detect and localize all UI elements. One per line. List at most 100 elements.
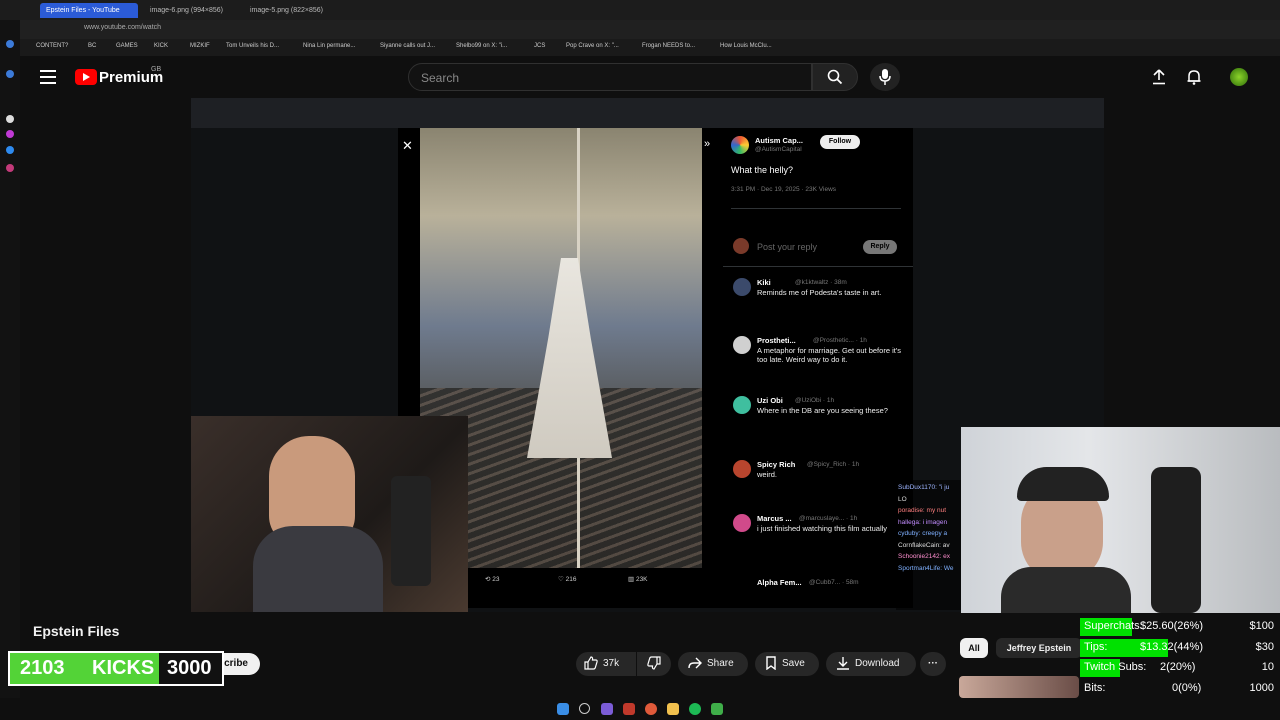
- streamer-body-region: [253, 526, 383, 612]
- reply-item: Alpha Fem... @Cubb7... · 58m: [733, 578, 908, 598]
- upload-icon[interactable]: [1151, 69, 1167, 85]
- microphone-region: [391, 476, 431, 586]
- chat-line: SubDux1170: "i ju: [898, 484, 950, 491]
- more-actions-button[interactable]: ···: [920, 652, 946, 676]
- bookmark-icon: [766, 656, 776, 671]
- bookmark-item[interactable]: Tom Unveils his D...: [226, 43, 279, 49]
- dislike-button[interactable]: [637, 652, 671, 676]
- windows-start-icon[interactable]: [557, 703, 569, 715]
- bookmark-item[interactable]: BC: [88, 43, 96, 49]
- chip-jeffrey-epstein[interactable]: Jeffrey Epstein: [996, 638, 1082, 658]
- photo-view-count: ▥ 23K: [628, 576, 648, 583]
- microphone-icon: [879, 69, 891, 85]
- tweet-meta: 3:31 PM · Dec 19, 2025 · 23K Views: [731, 186, 837, 193]
- download-button[interactable]: Download: [826, 652, 916, 676]
- taskbar-app-icon[interactable]: [645, 703, 657, 715]
- stat-goal: $30: [1255, 640, 1274, 653]
- reply-avatar: [733, 514, 751, 532]
- notification-bell-icon[interactable]: [1186, 69, 1202, 85]
- reply-name: Kiki: [757, 278, 771, 287]
- bookmark-item[interactable]: Pop Crave on X: "...: [566, 43, 619, 49]
- reply-button: Reply: [863, 240, 897, 254]
- bookmark-item[interactable]: KICK: [154, 43, 168, 49]
- youtube-logo-icon[interactable]: [75, 69, 97, 85]
- menu-icon[interactable]: [40, 70, 56, 84]
- reply-avatar: [733, 460, 751, 478]
- sidebar-app-icon[interactable]: [6, 115, 14, 123]
- bookmark-item[interactable]: MIZKIF: [190, 43, 210, 49]
- search-button[interactable]: [812, 63, 858, 91]
- kicks-label: KICKS: [92, 657, 155, 679]
- taskbar-app-icon[interactable]: [623, 703, 635, 715]
- account-avatar[interactable]: [1230, 68, 1248, 86]
- kick-cap-region: [1017, 467, 1109, 501]
- spotify-icon[interactable]: [689, 703, 701, 715]
- bookmark-item[interactable]: Shelbo99 on X: "i...: [456, 43, 507, 49]
- reply-handle: @Cubb7... · 58m: [809, 579, 859, 586]
- share-button[interactable]: Share: [678, 652, 748, 676]
- stat-label: Twitch Subs:: [1084, 661, 1147, 673]
- voice-search-button[interactable]: [870, 63, 900, 91]
- tweet-author-avatar: [731, 136, 749, 154]
- tab-image-6[interactable]: image-6.png (994×856): [144, 3, 246, 18]
- reply-text: i just finished watching this film actua…: [757, 524, 888, 533]
- video-title: Epstein Files: [33, 623, 120, 639]
- chip-all[interactable]: All: [960, 638, 988, 658]
- taskbar-app-icon[interactable]: [711, 703, 723, 715]
- bookmark-item[interactable]: Siyanne calls out J...: [380, 43, 435, 49]
- file-explorer-icon[interactable]: [667, 703, 679, 715]
- tab-image-5[interactable]: image-5.png (822×856): [244, 3, 336, 18]
- sidebar-app-icon[interactable]: [6, 40, 14, 48]
- stat-value: $13.32(44%): [1140, 640, 1203, 653]
- reply-name: Prostheti...: [757, 336, 796, 345]
- reply-user-avatar: [733, 238, 749, 254]
- reply-avatar: [733, 396, 751, 414]
- bookmark-item[interactable]: CONTENT?: [36, 43, 68, 49]
- reply-text: weird.: [757, 470, 778, 479]
- inner-browser-toolbar: [191, 98, 1104, 128]
- reply-handle: @marcuslaye... · 1h: [799, 515, 858, 522]
- reply-item: Spicy Rich @Spicy_Rich · 1h weird.: [733, 460, 908, 490]
- download-icon: [837, 657, 849, 671]
- streamer-webcam-left: [191, 416, 468, 612]
- save-button[interactable]: Save: [755, 652, 819, 676]
- reply-name: Spicy Rich: [757, 460, 796, 469]
- stat-label: Tips:: [1084, 640, 1108, 653]
- bookmark-item[interactable]: How Louis McClu...: [720, 43, 772, 49]
- photo-like-count: ♡ 216: [558, 576, 577, 583]
- bookmark-item[interactable]: Nina Lin permane...: [303, 43, 355, 49]
- reply-name: Uzi Obi: [757, 396, 783, 405]
- sidebar-app-icon[interactable]: [6, 164, 14, 172]
- chat-line: hallega: i imagen: [898, 518, 948, 526]
- stat-row: Superchats: $25.60(26%) $100: [1080, 617, 1280, 636]
- chat-line: Sportman4Life: We: [898, 564, 954, 572]
- stat-goal: 1000: [1249, 681, 1274, 694]
- reply-name: Alpha Fem...: [757, 578, 802, 587]
- search-input[interactable]: Search: [408, 63, 812, 91]
- url-text[interactable]: www.youtube.com/watch: [84, 24, 161, 31]
- bookmark-item[interactable]: JCS: [534, 43, 545, 49]
- address-bar[interactable]: [0, 20, 1280, 39]
- sidebar-app-icon[interactable]: [6, 146, 14, 154]
- chat-line: LO: [898, 495, 907, 503]
- kicks-count: 2103: [20, 657, 65, 679]
- reply-input: Post your reply: [757, 242, 818, 252]
- like-button[interactable]: 37k: [576, 652, 636, 676]
- bookmark-item[interactable]: GAMES: [116, 43, 138, 49]
- search-icon[interactable]: [579, 703, 590, 714]
- sidebar-app-icon[interactable]: [6, 70, 14, 78]
- kicks-goal-target: 3000: [167, 657, 212, 679]
- like-count: 37k: [603, 658, 620, 669]
- download-label: Download: [855, 658, 900, 669]
- taskbar-app-icon[interactable]: [601, 703, 613, 715]
- reply-handle: @Prosthetic... · 1h: [813, 337, 867, 344]
- tweet-media-viewer: ✕ ⟲ 23 ♡ 216 ▥ 23K » Autism Cap... @Auti…: [398, 128, 913, 608]
- stat-label: Superchats:: [1084, 620, 1143, 632]
- recommended-video-thumbnail[interactable]: [959, 676, 1079, 698]
- chat-line: cyduby: creepy a: [898, 530, 948, 537]
- sidebar-app-icon[interactable]: [6, 130, 14, 138]
- tab-epstein-files[interactable]: Epstein Files - YouTube: [40, 3, 138, 18]
- thumbs-down-icon: [647, 656, 661, 670]
- bookmark-item[interactable]: Frogan NEEDS to...: [642, 43, 695, 49]
- reply-handle: @UziObi · 1h: [795, 397, 835, 404]
